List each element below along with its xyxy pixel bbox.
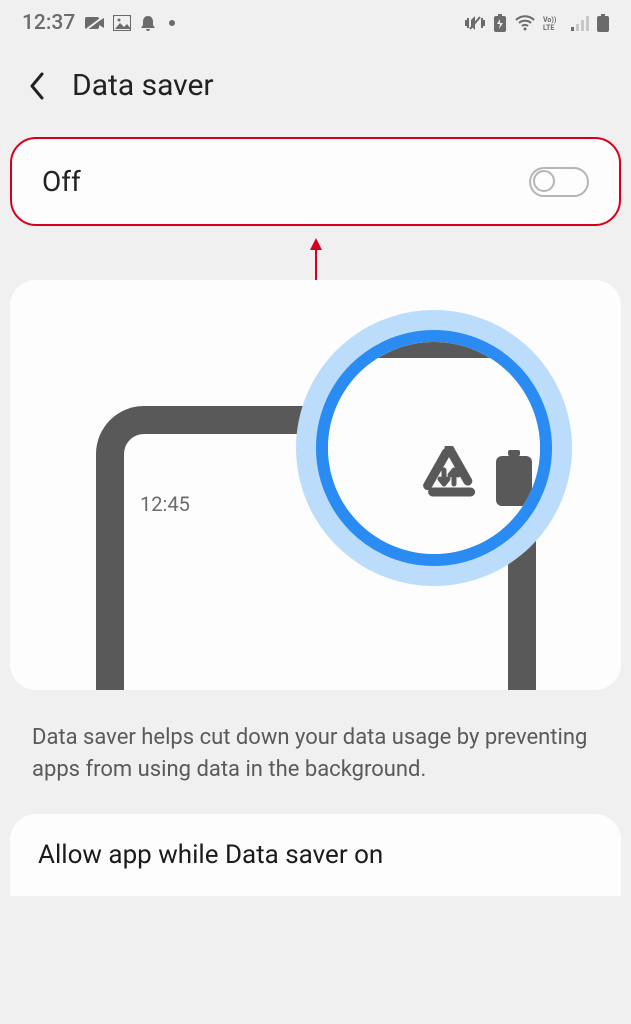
notification-bell-icon bbox=[139, 14, 157, 32]
more-notifications-dot bbox=[169, 20, 175, 26]
toggle-state-label: Off bbox=[42, 165, 81, 198]
chevron-left-icon bbox=[28, 72, 46, 100]
page-title: Data saver bbox=[72, 68, 214, 103]
annotation-arrow bbox=[0, 226, 631, 280]
illustration-phone-clock: 12:45 bbox=[140, 492, 190, 516]
magnifier-lens bbox=[316, 330, 552, 566]
description-text: Data saver helps cut down your data usag… bbox=[0, 690, 631, 814]
battery-saver-status-icon bbox=[493, 14, 507, 32]
back-button[interactable] bbox=[24, 73, 50, 99]
volte-icon: Vo))LTE bbox=[543, 15, 563, 31]
battery-indicator-icon bbox=[494, 450, 534, 510]
svg-text:Vo)): Vo)) bbox=[543, 16, 557, 24]
signal-icon bbox=[571, 15, 589, 31]
svg-text:LTE: LTE bbox=[543, 24, 554, 31]
status-bar: 12:37 Vo))LTE bbox=[0, 0, 631, 46]
camera-off-icon bbox=[85, 15, 105, 31]
app-bar: Data saver bbox=[0, 46, 631, 137]
battery-icon bbox=[597, 14, 609, 32]
data-saver-toggle-row[interactable]: Off bbox=[10, 137, 621, 226]
allow-app-label: Allow app while Data saver on bbox=[38, 840, 383, 870]
toggle-switch[interactable] bbox=[529, 167, 589, 197]
data-saver-icon bbox=[416, 446, 482, 512]
illustration-card: 12:45 bbox=[10, 280, 621, 690]
wifi-icon bbox=[515, 15, 535, 31]
mute-vibrate-icon bbox=[465, 14, 485, 32]
gallery-icon bbox=[113, 15, 131, 31]
allow-app-row[interactable]: Allow app while Data saver on bbox=[10, 814, 621, 896]
status-clock: 12:37 bbox=[22, 11, 75, 35]
